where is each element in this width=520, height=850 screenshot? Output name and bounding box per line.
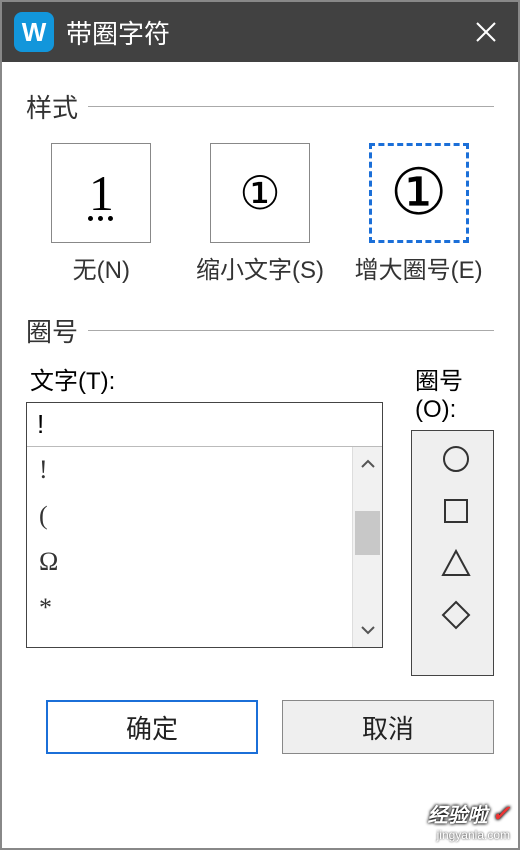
close-icon bbox=[475, 21, 497, 43]
text-option-list[interactable]: ! ( Ω * bbox=[27, 447, 352, 647]
style-tile-enlarge: ① bbox=[369, 143, 469, 243]
app-icon: W bbox=[14, 12, 54, 52]
style-tile-shrink: ① bbox=[210, 143, 310, 243]
style-option-enlarge[interactable]: ① 增大圈号(E) bbox=[349, 143, 489, 286]
diamond-icon bbox=[441, 600, 471, 630]
list-item[interactable]: ! bbox=[37, 447, 342, 493]
text-combobox: ! ( Ω * bbox=[26, 402, 383, 648]
style-label-shrink: 缩小文字(S) bbox=[196, 255, 324, 286]
circle-icon bbox=[441, 444, 471, 474]
enclose-legend: 圈号 bbox=[26, 312, 88, 349]
style-glyph-none: 1 bbox=[89, 164, 114, 222]
triangle-icon bbox=[441, 548, 471, 578]
shape-column: 圈号(O): bbox=[411, 361, 494, 676]
square-icon bbox=[441, 496, 471, 526]
window-title: 带圈字符 bbox=[66, 14, 466, 51]
shape-option-triangle[interactable] bbox=[438, 545, 474, 581]
text-input[interactable] bbox=[27, 403, 382, 447]
close-button[interactable] bbox=[466, 12, 506, 52]
shape-listbox[interactable] bbox=[411, 430, 494, 676]
style-groupbox: 样式 1 无(N) ① 缩小文字(S) ① bbox=[26, 88, 494, 286]
list-item[interactable]: * bbox=[37, 585, 342, 631]
scroll-up-button[interactable] bbox=[353, 447, 382, 481]
text-list-wrap: ! ( Ω * bbox=[27, 447, 382, 647]
list-item[interactable]: Ω bbox=[37, 539, 342, 585]
enclose-row: 文字(T): ! ( Ω * bbox=[26, 361, 494, 676]
scroll-down-button[interactable] bbox=[353, 613, 382, 647]
scroll-thumb[interactable] bbox=[355, 511, 380, 555]
text-column: 文字(T): ! ( Ω * bbox=[26, 361, 383, 676]
cancel-button[interactable]: 取消 bbox=[282, 700, 494, 754]
button-row: 确定 取消 bbox=[26, 700, 494, 754]
list-item[interactable]: ( bbox=[37, 493, 342, 539]
dialog-window: W 带圈字符 样式 1 无(N) ① bbox=[0, 0, 520, 850]
chevron-down-icon bbox=[361, 625, 375, 635]
style-tile-none: 1 bbox=[51, 143, 151, 243]
titlebar: W 带圈字符 bbox=[2, 2, 518, 62]
style-option-none[interactable]: 1 无(N) bbox=[31, 143, 171, 286]
style-option-shrink[interactable]: ① 缩小文字(S) bbox=[190, 143, 330, 286]
style-label-enlarge: 增大圈号(E) bbox=[355, 255, 483, 286]
style-label-none: 无(N) bbox=[73, 255, 130, 286]
style-glyph-shrink: ① bbox=[239, 166, 280, 220]
scrollbar[interactable] bbox=[352, 447, 382, 647]
style-glyph-enlarge: ① bbox=[390, 156, 447, 230]
shape-label: 圈号(O): bbox=[415, 361, 494, 424]
shape-option-square[interactable] bbox=[438, 493, 474, 529]
chevron-up-icon bbox=[361, 459, 375, 469]
style-options-row: 1 无(N) ① 缩小文字(S) ① 增大圈号(E) bbox=[26, 143, 494, 286]
ok-button[interactable]: 确定 bbox=[46, 700, 258, 754]
text-label: 文字(T): bbox=[30, 361, 383, 396]
enclose-groupbox: 圈号 文字(T): ! ( Ω * bbox=[26, 312, 494, 676]
scroll-track[interactable] bbox=[353, 481, 382, 613]
style-legend: 样式 bbox=[26, 88, 88, 125]
shape-option-circle[interactable] bbox=[438, 441, 474, 477]
shape-option-diamond[interactable] bbox=[438, 597, 474, 633]
dialog-content: 样式 1 无(N) ① 缩小文字(S) ① bbox=[2, 62, 518, 848]
